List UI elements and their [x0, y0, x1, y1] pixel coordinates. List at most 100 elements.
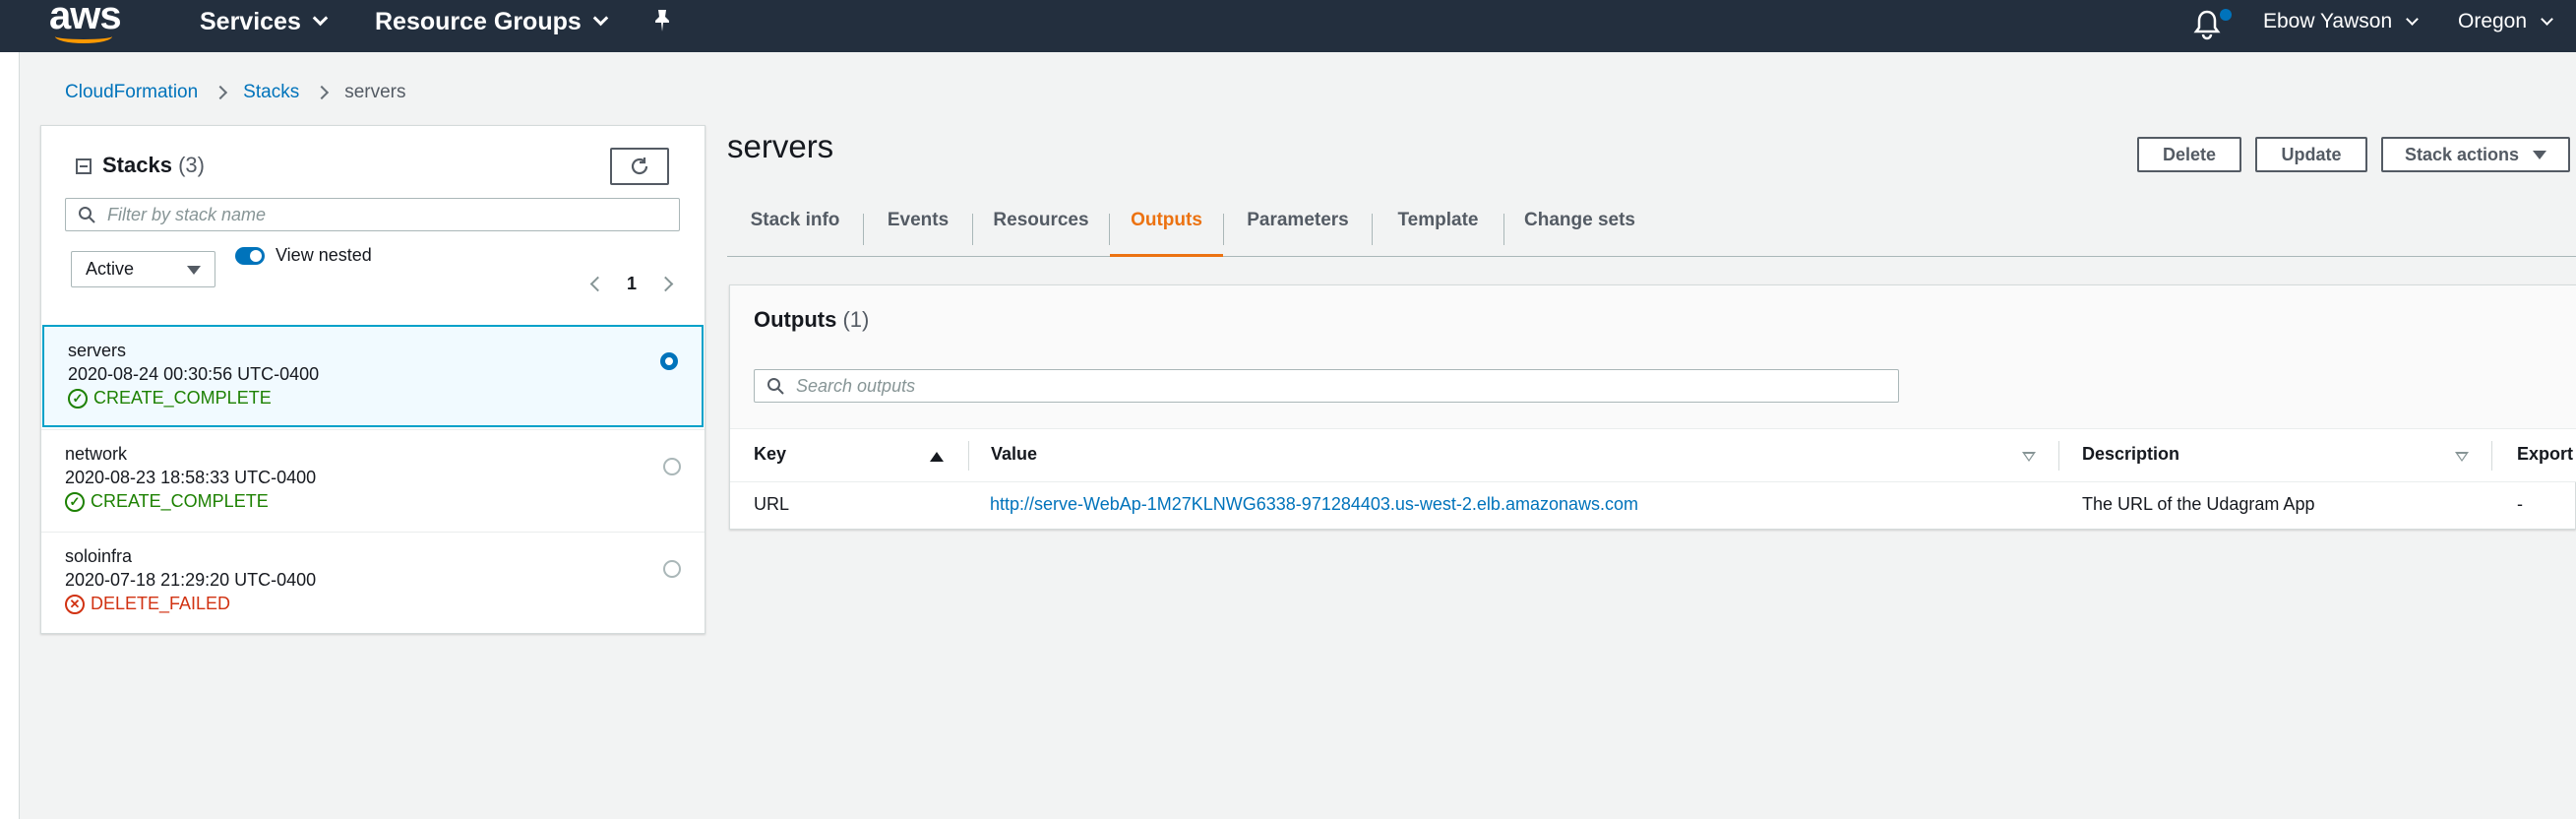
output-value-link[interactable]: http://serve-WebAp-1M27KLNWG6338-9712844…	[990, 494, 1638, 515]
user-menu[interactable]: Ebow Yawson	[2263, 10, 2420, 33]
stack-row-servers[interactable]: servers 2020-08-24 00:30:56 UTC-0400 ✓ C…	[42, 325, 704, 427]
chevron-down-icon	[312, 10, 329, 27]
services-menu[interactable]: Services	[200, 8, 329, 36]
notification-badge	[2220, 9, 2232, 21]
column-divider[interactable]	[2058, 441, 2059, 471]
caret-down-icon	[187, 266, 201, 275]
outputs-table-header: Key Value Description Export	[730, 428, 2576, 482]
stack-radio[interactable]	[663, 560, 681, 578]
column-divider[interactable]	[2491, 441, 2492, 471]
caret-down-icon	[2533, 150, 2547, 159]
sort-icon[interactable]	[2455, 452, 2469, 462]
outputs-count: (1)	[842, 307, 870, 332]
stacks-panel: Stacks (3) Active View nested 1 servers …	[40, 125, 705, 634]
chevron-down-icon	[2406, 12, 2420, 26]
refresh-button[interactable]	[610, 148, 669, 185]
stack-actions-button[interactable]: Stack actions	[2381, 137, 2570, 172]
collapse-icon[interactable]	[76, 158, 92, 174]
filter-stacks-field[interactable]	[65, 198, 680, 231]
stack-radio-selected[interactable]	[660, 352, 678, 370]
stack-created-time: 2020-08-24 00:30:56 UTC-0400	[68, 364, 320, 384]
search-outputs-field[interactable]	[754, 369, 1899, 403]
tab-events[interactable]: Events	[864, 202, 972, 257]
status-filter-value: Active	[86, 259, 135, 279]
current-page[interactable]: 1	[627, 274, 637, 294]
outputs-panel: Outputs (1) Key Value Description Export…	[729, 284, 2576, 530]
chevron-down-icon	[2541, 12, 2553, 26]
stack-actions-label: Stack actions	[2404, 144, 2520, 164]
update-button[interactable]: Update	[2255, 137, 2367, 172]
pin-icon[interactable]	[651, 8, 673, 40]
column-divider[interactable]	[968, 441, 969, 471]
pagination: 1	[589, 274, 674, 294]
tab-change-sets[interactable]: Change sets	[1504, 202, 1655, 257]
chevron-down-icon	[592, 10, 609, 27]
tab-template[interactable]: Template	[1373, 202, 1503, 257]
stacks-panel-title: Stacks (3)	[102, 153, 205, 178]
stack-created-time: 2020-08-23 18:58:33 UTC-0400	[65, 468, 317, 487]
resource-groups-label: Resource Groups	[375, 8, 582, 35]
stack-name[interactable]: soloinfra	[65, 546, 132, 567]
breadcrumb-stacks[interactable]: Stacks	[243, 82, 299, 103]
stack-status-text: CREATE_COMPLETE	[93, 388, 272, 408]
top-navigation-bar: aws Services Resource Groups Ebow Yawson…	[0, 0, 2576, 52]
delete-button[interactable]: Delete	[2137, 137, 2241, 172]
stack-status-text: CREATE_COMPLETE	[91, 491, 269, 511]
side-nav-gutter[interactable]	[0, 52, 20, 819]
column-header-description[interactable]: Description	[2082, 444, 2179, 465]
bell-icon[interactable]	[2192, 8, 2222, 41]
stack-row-network[interactable]: network 2020-08-23 18:58:33 UTC-0400 ✓ C…	[41, 429, 705, 532]
breadcrumb-cloudformation[interactable]: CloudFormation	[65, 82, 198, 103]
sort-icon[interactable]	[2022, 452, 2036, 462]
output-export: -	[2517, 494, 2523, 514]
refresh-icon	[631, 158, 648, 175]
error-circle-icon: ✕	[65, 594, 85, 614]
column-header-export[interactable]: Export	[2517, 444, 2573, 465]
breadcrumb-current: servers	[344, 82, 406, 102]
column-header-key[interactable]: Key	[754, 444, 786, 465]
tab-outputs[interactable]: Outputs	[1110, 202, 1223, 257]
status-filter-select[interactable]: Active	[71, 251, 215, 287]
chevron-right-icon	[214, 85, 228, 100]
tab-resources[interactable]: Resources	[973, 202, 1109, 257]
chevron-right-icon	[315, 85, 330, 100]
stack-status-text: DELETE_FAILED	[91, 594, 231, 613]
region-name: Oregon	[2458, 10, 2528, 32]
stacks-title-text: Stacks	[102, 153, 172, 177]
aws-logo-smile-icon	[55, 30, 112, 43]
stack-status: ✓ CREATE_COMPLETE	[68, 388, 272, 409]
tab-parameters[interactable]: Parameters	[1224, 202, 1372, 257]
next-page-icon[interactable]	[657, 276, 674, 292]
stacks-count: (3)	[178, 153, 205, 177]
breadcrumb: CloudFormation Stacks servers	[65, 82, 406, 103]
stack-row-soloinfra[interactable]: soloinfra 2020-07-18 21:29:20 UTC-0400 ✕…	[41, 532, 705, 634]
sort-ascending-icon[interactable]	[930, 452, 944, 462]
view-nested-label: View nested	[276, 245, 372, 265]
output-description: The URL of the Udagram App	[2082, 494, 2315, 514]
stack-name[interactable]: servers	[68, 341, 126, 361]
search-icon	[79, 207, 95, 223]
user-name: Ebow Yawson	[2263, 10, 2393, 32]
check-circle-icon: ✓	[68, 388, 88, 409]
tab-stack-info[interactable]: Stack info	[727, 202, 863, 257]
stack-detail-title: servers	[727, 128, 834, 164]
stack-status: ✓ CREATE_COMPLETE	[65, 491, 269, 512]
search-icon	[767, 378, 784, 395]
column-header-value[interactable]: Value	[991, 444, 1037, 465]
outputs-title-text: Outputs	[754, 307, 837, 332]
stack-status: ✕ DELETE_FAILED	[65, 594, 230, 614]
resource-groups-menu[interactable]: Resource Groups	[375, 8, 609, 36]
region-menu[interactable]: Oregon	[2458, 10, 2553, 33]
filter-stacks-input[interactable]	[107, 204, 658, 225]
previous-page-icon[interactable]	[589, 276, 606, 292]
output-key: URL	[754, 494, 790, 514]
stack-detail-tabs: Stack info Events Resources Outputs Para…	[727, 202, 2576, 257]
search-outputs-input[interactable]	[796, 375, 1878, 397]
view-nested-toggle[interactable]	[235, 247, 265, 265]
stack-created-time: 2020-07-18 21:29:20 UTC-0400	[65, 570, 317, 590]
stack-name[interactable]: network	[65, 444, 127, 465]
outputs-header: Outputs (1)	[730, 285, 2576, 428]
services-label: Services	[200, 8, 301, 35]
outputs-title: Outputs (1)	[754, 307, 869, 333]
stack-radio[interactable]	[663, 458, 681, 475]
